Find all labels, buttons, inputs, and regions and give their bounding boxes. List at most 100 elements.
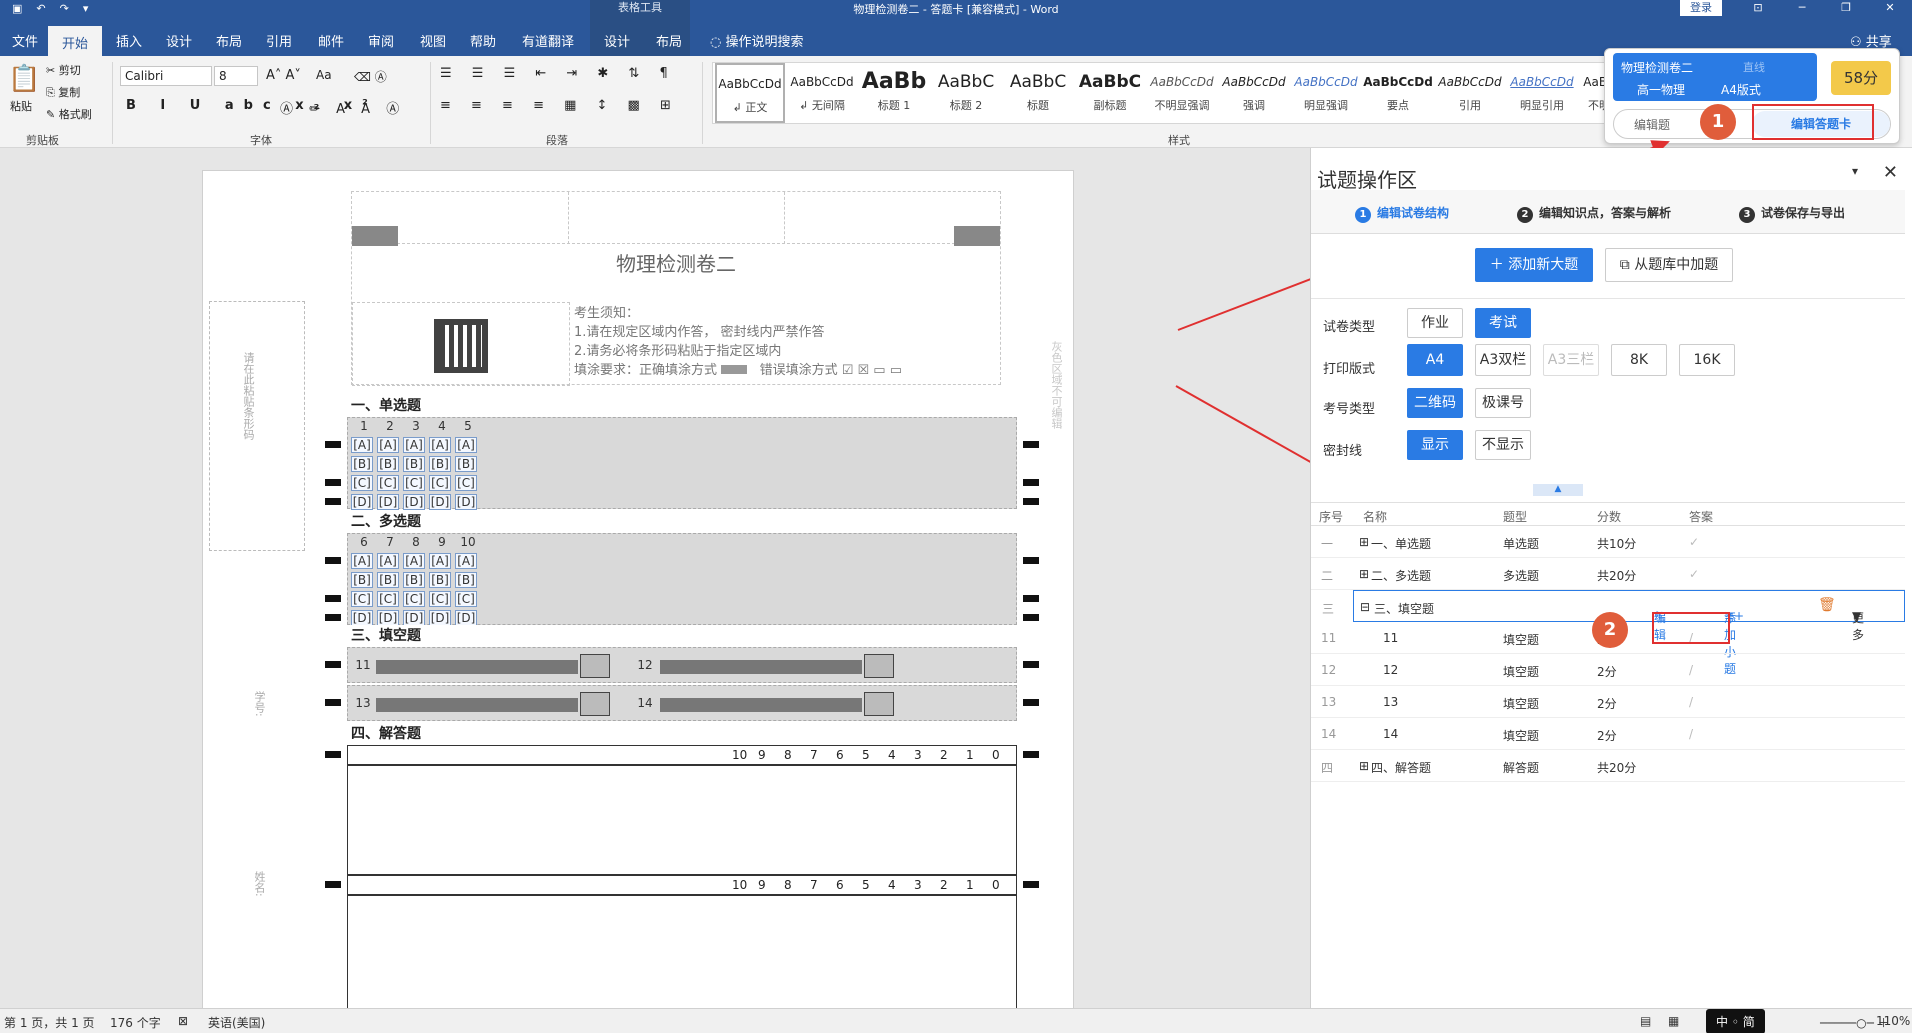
row-answer: /	[1689, 663, 1694, 677]
print-a3-double[interactable]: A3双栏	[1475, 344, 1531, 376]
row-no: 二	[1321, 569, 1334, 583]
chevron-down-icon: ▼	[1852, 609, 1862, 623]
exam-no-jike[interactable]: 极课号	[1475, 388, 1531, 418]
status-bar: 第 1 页，共 1 页 176 个字 ⊠ 英语(美国) ▤ ▦ 中 ◦ 简 ──…	[0, 1008, 1912, 1033]
row-score: 2分	[1597, 697, 1617, 711]
add-big-label: 添加新大题	[1508, 257, 1579, 273]
structure-row[interactable]: 14 14 填空题 2分 /	[1311, 718, 1905, 750]
structure-row[interactable]: 三 ⊟ 三、填空题 ✎ 编辑 ≡+ 添加小题 🗑 更多 ▼	[1322, 590, 1905, 676]
step-badge-2: 2	[1592, 612, 1628, 648]
col-type: 题型	[1503, 510, 1528, 524]
print-16k[interactable]: 16K	[1679, 344, 1735, 376]
structure-row[interactable]: 四 ⊞ 四、解答题 解答题 共20分	[1311, 750, 1905, 782]
row-name: 14	[1383, 727, 1399, 741]
col-name: 名称	[1363, 510, 1388, 524]
col-answer: 答案	[1689, 510, 1714, 524]
seal-line-label: 密封线	[1323, 444, 1363, 459]
structure-row[interactable]: 13 13 填空题 2分 /	[1311, 686, 1905, 718]
panel-close-icon[interactable]: ✕	[1883, 162, 1898, 183]
add-big-question-button[interactable]: ＋ 添加新大题	[1475, 248, 1593, 282]
panel-menu-icon[interactable]: ▾	[1852, 164, 1858, 178]
word-window: ▣ ↶ ↷ ▾ 表格工具 物理检测卷二 - 答题卡 [兼容模式] - Word …	[0, 0, 1912, 1033]
structure-table-header: 序号 名称 题型 分数 答案	[1311, 502, 1905, 526]
structure-row[interactable]: 一 ⊞ 一、单选题 单选题 共10分 ✓	[1311, 526, 1905, 558]
row-no: 14	[1321, 727, 1337, 741]
step-label: 试卷保存与导出	[1761, 206, 1846, 220]
print-format-label: 打印版式	[1323, 362, 1376, 377]
highlight-box-2	[1652, 612, 1730, 644]
expand-icon[interactable]: ⊞	[1359, 759, 1369, 773]
row-score: 共20分	[1597, 761, 1637, 775]
proofing-icon[interactable]: ⊠	[178, 1014, 188, 1028]
row-name: 三、填空题	[1374, 602, 1435, 616]
plus-icon: ＋	[1489, 257, 1509, 273]
row-answer: /	[1689, 695, 1694, 709]
delete-icon[interactable]: 🗑	[1818, 597, 1836, 613]
row-no: 四	[1321, 761, 1334, 775]
row-no: 11	[1321, 631, 1337, 645]
row-name: 12	[1383, 663, 1399, 677]
page-count[interactable]: 第 1 页，共 1 页	[4, 1014, 95, 1031]
print-8k[interactable]: 8K	[1611, 344, 1667, 376]
step-label: 编辑试卷结构	[1377, 206, 1450, 220]
paper-type-label: 试卷类型	[1323, 320, 1376, 335]
row-no: 三	[1322, 602, 1335, 616]
col-score: 分数	[1597, 510, 1622, 524]
row-score: 共10分	[1597, 537, 1637, 551]
row-type: 填空题	[1503, 729, 1540, 743]
row-no: 一	[1321, 537, 1334, 551]
step-2[interactable]: 2 编辑知识点，答案与解析	[1517, 204, 1671, 223]
row-type: 解答题	[1503, 761, 1540, 775]
print-a3-triple[interactable]: A3三栏	[1543, 344, 1599, 376]
step-number: 3	[1739, 207, 1755, 223]
exam-no-label: 考号类型	[1323, 402, 1376, 417]
ime-indicator[interactable]: 中 ◦ 简	[1706, 1009, 1765, 1033]
step-bar: 1 编辑试卷结构 2 编辑知识点，答案与解析 3 试卷保存与导出	[1311, 190, 1905, 234]
word-count[interactable]: 176 个字	[110, 1014, 161, 1031]
add-bank-label: 从题库中加题	[1634, 257, 1719, 273]
paper-type-exam[interactable]: 考试	[1475, 308, 1531, 338]
paper-type-homework[interactable]: 作业	[1407, 308, 1463, 338]
row-no: 13	[1321, 695, 1337, 709]
row-name: 11	[1383, 631, 1399, 645]
row-type: 单选题	[1503, 537, 1540, 551]
question-panel: 试题操作区 ▾ ✕ 1 编辑试卷结构 2 编辑知识点，答案与解析 3 试卷保存与导出 …	[1310, 148, 1912, 1008]
exam-no-qrcode[interactable]: 二维码	[1407, 388, 1463, 418]
read-mode-icon[interactable]: ▤	[1640, 1014, 1651, 1028]
row-type: 填空题	[1503, 633, 1540, 647]
zoom-level[interactable]: 110%	[1876, 1014, 1910, 1028]
row-type: 填空题	[1503, 665, 1540, 679]
step-label: 编辑知识点，答案与解析	[1539, 206, 1672, 220]
seal-show[interactable]: 显示	[1407, 430, 1463, 460]
bank-icon: ⧉	[1619, 257, 1635, 273]
col-no: 序号	[1319, 510, 1344, 524]
structure-row[interactable]: 12 12 填空题 2分 /	[1311, 654, 1905, 686]
expand-icon[interactable]: ⊞	[1359, 535, 1369, 549]
row-answer: /	[1689, 727, 1694, 741]
panel-title: 试题操作区	[1317, 168, 1417, 192]
step-number: 2	[1517, 207, 1533, 223]
row-answer: ✓	[1689, 535, 1700, 549]
row-score: 2分	[1597, 729, 1617, 743]
row-score: 2分	[1597, 665, 1617, 679]
add-from-bank-button[interactable]: ⧉ 从题库中加题	[1605, 248, 1733, 282]
row-no: 12	[1321, 663, 1337, 677]
step-3[interactable]: 3 试卷保存与导出	[1739, 204, 1845, 223]
collapse-up-icon[interactable]: ▲	[1533, 484, 1583, 496]
row-name: 13	[1383, 695, 1399, 709]
expand-icon[interactable]: ⊞	[1359, 567, 1369, 581]
collapse-icon[interactable]: ⊟	[1360, 600, 1370, 614]
print-a4[interactable]: A4	[1407, 344, 1463, 376]
print-layout-icon[interactable]: ▦	[1668, 1014, 1679, 1028]
divider	[1311, 298, 1905, 299]
step-number: 1	[1355, 207, 1371, 223]
row-name: 一、单选题	[1371, 537, 1432, 551]
step-1[interactable]: 1 编辑试卷结构	[1355, 204, 1449, 223]
row-name: 二、多选题	[1371, 569, 1432, 583]
row-name: 四、解答题	[1371, 761, 1432, 775]
seal-hide[interactable]: 不显示	[1475, 430, 1531, 460]
row-type: 填空题	[1503, 697, 1540, 711]
language[interactable]: 英语(美国)	[208, 1014, 265, 1031]
row-answer: ✓	[1689, 567, 1700, 581]
structure-row[interactable]: 二 ⊞ 二、多选题 多选题 共20分 ✓	[1311, 558, 1905, 590]
